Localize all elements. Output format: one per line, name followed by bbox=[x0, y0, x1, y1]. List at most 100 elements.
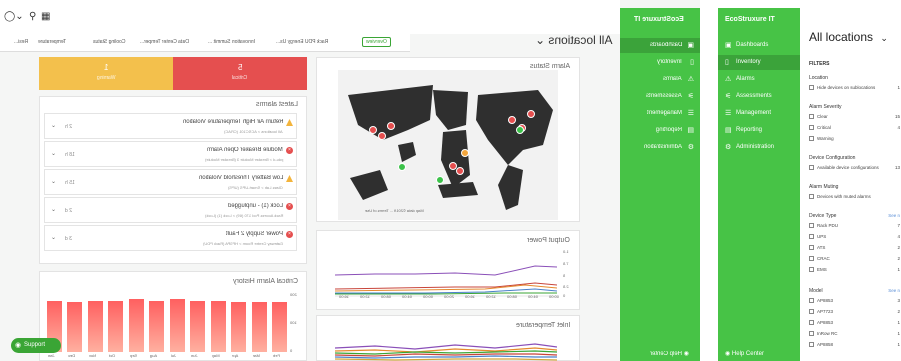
tab-resi[interactable]: Resi... bbox=[14, 39, 28, 45]
filter-option[interactable]: EMS 1 bbox=[809, 267, 901, 274]
filter-option[interactable]: AP8858 1 bbox=[809, 342, 901, 349]
nav-item-alarms[interactable]: ⚠ Alarms bbox=[718, 72, 800, 87]
chevron-down-icon[interactable]: ⌄ bbox=[51, 178, 56, 185]
nav-item-administration[interactable]: Administration ⚙ bbox=[620, 140, 700, 155]
alarm-row[interactable]: ⌄ 3 d Power Supply 2 Fault Gateway Centre R… bbox=[44, 225, 297, 251]
map-pin-ok[interactable] bbox=[398, 163, 406, 171]
help-icon[interactable]: ◉ bbox=[684, 351, 689, 357]
history-bar[interactable] bbox=[169, 299, 185, 352]
history-bar[interactable] bbox=[190, 301, 205, 352]
help-center-link[interactable]: Help Center bbox=[650, 351, 682, 357]
world-map[interactable]: Map data ©2019 ... Terms of Use bbox=[338, 70, 558, 220]
tab-innovation-summit[interactable]: Innovation Summit ... bbox=[208, 39, 255, 45]
map-pin-critical[interactable] bbox=[456, 167, 464, 175]
checkbox[interactable] bbox=[809, 114, 814, 119]
history-bar[interactable] bbox=[149, 301, 164, 352]
alarm-row[interactable]: ⌄ 18 h Module Breaker Open Alarm pdu-d > Br… bbox=[44, 141, 297, 167]
checkbox[interactable] bbox=[809, 194, 814, 199]
checkbox[interactable] bbox=[809, 223, 814, 228]
checkbox[interactable] bbox=[809, 85, 814, 90]
history-bar[interactable] bbox=[210, 301, 226, 352]
filter-option[interactable]: Available device configurations 13 bbox=[809, 165, 901, 172]
filter-option[interactable]: AP7723 2 bbox=[809, 309, 901, 316]
search-icon[interactable]: ⚲ bbox=[29, 11, 36, 22]
warning-summary[interactable]: 1 Warning bbox=[39, 57, 173, 90]
nav-item-administration[interactable]: ⚙ Administration bbox=[718, 140, 800, 155]
history-bar[interactable] bbox=[128, 299, 144, 352]
history-bar[interactable] bbox=[272, 302, 287, 352]
nav-item-alarms[interactable]: Alarms ⚠ bbox=[620, 72, 700, 87]
filter-option[interactable]: Clear 15 bbox=[809, 114, 901, 121]
filter-option[interactable]: Hide devices on sublocations 1 bbox=[809, 85, 901, 92]
tab-overview[interactable]: Overview bbox=[362, 37, 391, 47]
filter-option[interactable]: Devices with muted alarms bbox=[809, 194, 901, 201]
see-more-link[interactable]: See n bbox=[888, 288, 900, 293]
filter-option[interactable]: Critical 4 bbox=[809, 125, 901, 132]
checkbox[interactable] bbox=[809, 298, 814, 303]
chevron-down-icon[interactable]: ⌄ bbox=[51, 206, 56, 213]
location-selector[interactable]: All locations ⌄ bbox=[535, 33, 612, 47]
history-bar[interactable] bbox=[67, 302, 82, 352]
checkbox[interactable] bbox=[809, 342, 814, 347]
map-pin-ok[interactable] bbox=[516, 126, 524, 134]
checkbox[interactable] bbox=[809, 136, 814, 141]
filter-option[interactable]: AP8853 1 bbox=[809, 320, 901, 327]
filter-option[interactable]: UPS 4 bbox=[809, 234, 901, 241]
filter-option[interactable]: CRAC 2 bbox=[809, 256, 901, 263]
nav-item-dashboards[interactable]: ▣ Dashboards bbox=[718, 38, 800, 53]
nav-item-inventory[interactable]: ▯ Inventory bbox=[718, 55, 800, 70]
nav-item-reporting[interactable]: ▤ Reporting bbox=[718, 123, 800, 138]
tab-rack-pdu-energy[interactable]: Rack PDU Energy Us... bbox=[276, 39, 328, 45]
checkbox[interactable] bbox=[809, 165, 814, 170]
nav-item-assessments[interactable]: Assessments ⚟ bbox=[620, 89, 700, 104]
tab-cooling-status[interactable]: Cooling Status bbox=[93, 39, 126, 45]
tab-data-center-temper[interactable]: Data Center Temper... bbox=[140, 39, 189, 45]
map-pin-critical[interactable] bbox=[387, 122, 395, 130]
chevron-down-icon[interactable]: ⌄ bbox=[51, 122, 56, 129]
checkbox[interactable] bbox=[809, 267, 814, 272]
map-pin-critical[interactable] bbox=[369, 126, 377, 134]
chevron-down-icon[interactable]: ⌄ bbox=[51, 234, 56, 241]
checkbox[interactable] bbox=[809, 320, 814, 325]
nav-item-management[interactable]: ☰ Management bbox=[718, 106, 800, 121]
alarm-row[interactable]: ⌄ 2 d Lock (1) - unplugged Rack Access Pod … bbox=[44, 197, 297, 223]
checkbox[interactable] bbox=[809, 125, 814, 130]
see-more-link[interactable]: See n bbox=[888, 213, 900, 218]
location-title[interactable]: All locations ⌄ bbox=[809, 30, 888, 44]
nav-item-reporting[interactable]: Reporting ▤ bbox=[620, 123, 700, 138]
filter-option[interactable]: Rack PDU 7 bbox=[809, 223, 901, 230]
chevron-down-icon[interactable]: ⌄ bbox=[51, 150, 56, 157]
checkbox[interactable] bbox=[809, 256, 814, 261]
user-icon[interactable]: ◯⌄ bbox=[4, 11, 24, 22]
checkbox[interactable] bbox=[809, 245, 814, 250]
history-bar[interactable] bbox=[108, 301, 123, 352]
help-center-link[interactable]: Help Center bbox=[732, 351, 764, 357]
nav-item-dashboards[interactable]: Dashboards ▣ bbox=[620, 38, 700, 53]
map-pin-critical[interactable] bbox=[378, 132, 386, 140]
history-bar[interactable] bbox=[87, 301, 103, 352]
filter-option[interactable]: AP8853 3 bbox=[809, 298, 901, 305]
checkbox[interactable] bbox=[809, 309, 814, 314]
nav-item-management[interactable]: Management ☰ bbox=[620, 106, 700, 121]
history-bar[interactable] bbox=[251, 302, 267, 352]
history-bar[interactable] bbox=[231, 302, 246, 352]
map-pin-warning[interactable] bbox=[461, 149, 469, 157]
support-button[interactable]: ◉ Support bbox=[11, 338, 61, 353]
nav-item-assessments[interactable]: ⚟ Assessments bbox=[718, 89, 800, 104]
filter-option[interactable]: Warning bbox=[809, 136, 901, 143]
map-pin-ok[interactable] bbox=[436, 176, 444, 184]
filter-option[interactable]: InRow RC 1 bbox=[809, 331, 901, 338]
alarm-row[interactable]: ⌄ 2 h Return Air High Temperature Violatio… bbox=[44, 113, 297, 139]
chevron-down-icon[interactable]: ⌄ bbox=[880, 33, 888, 43]
map-pin-critical[interactable] bbox=[508, 116, 516, 124]
map-pin-critical[interactable] bbox=[527, 110, 535, 118]
help-icon[interactable]: ◉ bbox=[725, 351, 730, 357]
filter-option[interactable]: ATS 2 bbox=[809, 245, 901, 252]
alarm-row[interactable]: ⌄ 15 h Low Battery Threshold Violation Glas… bbox=[44, 169, 297, 195]
calendar-icon[interactable]: ▦ bbox=[41, 11, 50, 22]
checkbox[interactable] bbox=[809, 234, 814, 239]
critical-summary[interactable]: 5 Critical bbox=[173, 57, 307, 90]
checkbox[interactable] bbox=[809, 331, 814, 336]
tab-temperature[interactable]: Temperature bbox=[38, 39, 66, 45]
nav-item-inventory[interactable]: Inventory ▯ bbox=[620, 55, 700, 70]
